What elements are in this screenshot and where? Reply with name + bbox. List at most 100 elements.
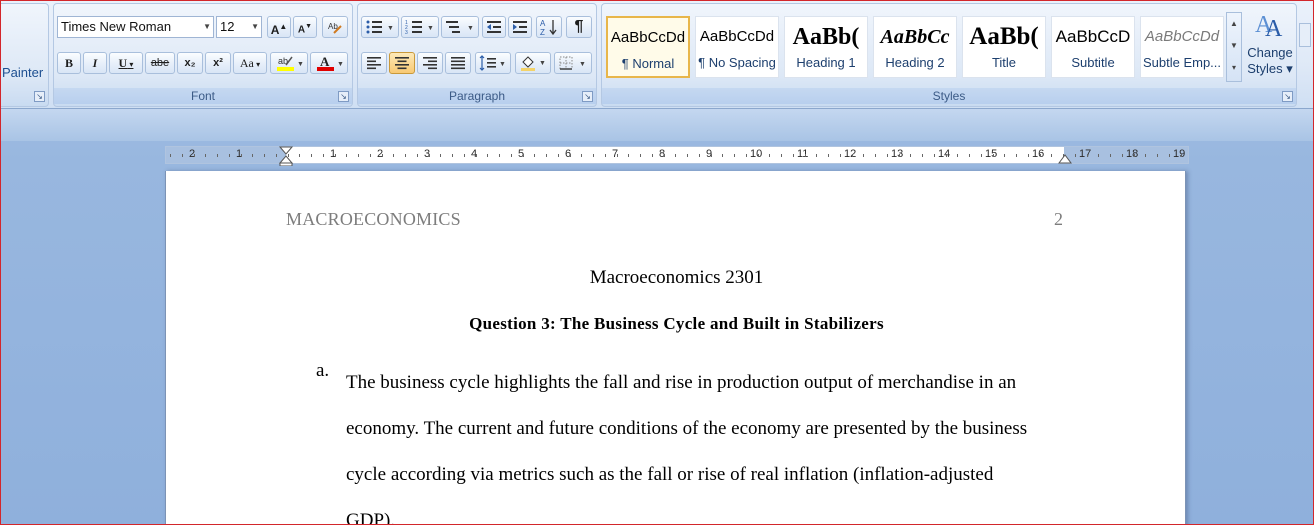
- ribbon-spacer: [1, 109, 1313, 141]
- sort-button[interactable]: A Z: [536, 16, 562, 38]
- shading-button[interactable]: ▼: [515, 52, 551, 74]
- scroll-down-icon[interactable]: ▼: [1227, 35, 1241, 57]
- clipboard-dialog-launcher[interactable]: ↘: [34, 91, 45, 102]
- shrink-font-button[interactable]: A▼: [293, 16, 317, 38]
- paragraph-line: The business cycle highlights the fall a…: [346, 372, 1017, 393]
- line-spacing-icon: ▼: [479, 55, 506, 71]
- style-name: Heading 2: [885, 55, 945, 70]
- font-color-button[interactable]: A ▼: [310, 52, 348, 74]
- ruler-minor-tick: [475, 154, 477, 157]
- highlighter-icon: ab ▼: [277, 56, 304, 71]
- ruler-minor-tick: [275, 154, 277, 157]
- ruler-minor-tick: [1074, 154, 1076, 157]
- highlight-button[interactable]: ab ▼: [270, 52, 308, 74]
- justify-button[interactable]: [445, 52, 471, 74]
- align-left-button[interactable]: [361, 52, 387, 74]
- ruler-minor-tick: [980, 154, 982, 157]
- ruler-minor-tick: [828, 154, 829, 157]
- ruler-minor-tick: [1133, 154, 1135, 157]
- style-normal[interactable]: AaBbCcDd ¶ Normal: [606, 16, 690, 78]
- paragraph-line: cycle according via metrics such as the …: [346, 464, 994, 485]
- ruler-minor-tick: [898, 154, 900, 157]
- font-size-value: 12: [220, 19, 235, 34]
- clear-formatting-button[interactable]: Ab: [322, 16, 348, 38]
- ruler-minor-tick: [322, 154, 324, 157]
- ruler-minor-tick: [839, 154, 841, 157]
- styles-dialog-launcher[interactable]: ↘: [1282, 91, 1293, 102]
- first-line-indent-marker[interactable]: [279, 146, 293, 166]
- style-name: Subtle Emp...: [1142, 55, 1222, 70]
- ruler-minor-tick: [722, 154, 724, 157]
- ruler-minor-tick: [264, 154, 265, 157]
- chevron-down-icon: ▼: [203, 22, 211, 31]
- style-no-spacing[interactable]: AaBbCcDd ¶ No Spacing: [695, 16, 779, 78]
- align-right-button[interactable]: [417, 52, 443, 74]
- ruler-minor-tick: [334, 154, 336, 157]
- multilevel-list-button[interactable]: ▼: [441, 16, 479, 38]
- superscript-button[interactable]: x²: [205, 52, 231, 74]
- style-subtle-emphasis[interactable]: AaBbCcDd Subtle Emp...: [1140, 16, 1224, 78]
- paragraph-dialog-launcher[interactable]: ↘: [582, 91, 593, 102]
- change-case-button[interactable]: Aa ▾: [233, 52, 267, 74]
- ruler-minor-tick: [440, 154, 442, 157]
- change-styles-button[interactable]: A A Change Styles ▾: [1244, 8, 1296, 86]
- styles-group-label: Styles: [602, 88, 1296, 104]
- underline-button[interactable]: U ▾: [109, 52, 143, 74]
- svg-text:▼: ▼: [387, 25, 394, 32]
- ruler-minor-tick: [616, 154, 618, 157]
- format-painter-button[interactable]: Painter: [2, 65, 43, 80]
- style-sample: AaBb(: [969, 23, 1039, 50]
- align-center-button[interactable]: [389, 52, 415, 74]
- increase-indent-button[interactable]: [508, 16, 532, 38]
- style-title[interactable]: AaBb( Title: [962, 16, 1046, 78]
- ruler-minor-tick: [557, 154, 559, 157]
- scroll-up-icon[interactable]: ▲: [1227, 13, 1241, 35]
- ruler-minor-tick: [1110, 154, 1111, 157]
- style-sample: AaBb(: [792, 24, 860, 50]
- font-name-combo[interactable]: Times New Roman ▼: [57, 16, 214, 38]
- borders-icon: ▼: [559, 56, 586, 70]
- ruler-minor-tick: [663, 154, 665, 157]
- ruler-minor-tick: [933, 154, 935, 157]
- justify-icon: [451, 57, 465, 70]
- ruler-minor-tick: [816, 154, 818, 157]
- grow-font-button[interactable]: A▲: [267, 16, 291, 38]
- style-name: Heading 1: [796, 55, 856, 70]
- right-indent-marker[interactable]: [1058, 151, 1072, 165]
- style-subtitle[interactable]: AaBbCcD Subtitle: [1051, 16, 1135, 78]
- ruler-minor-tick: [1027, 154, 1029, 157]
- show-formatting-marks-button[interactable]: ¶: [566, 16, 592, 38]
- italic-button[interactable]: I: [83, 52, 107, 74]
- font-dialog-launcher[interactable]: ↘: [338, 91, 349, 102]
- ruler-minor-tick: [393, 154, 395, 157]
- chevron-down-icon: ▼: [251, 22, 259, 31]
- style-sample: AaBbCcD: [1055, 27, 1131, 46]
- font-size-combo[interactable]: 12 ▼: [216, 16, 262, 38]
- style-heading-2[interactable]: AaBbCc Heading 2: [873, 16, 957, 78]
- svg-text:▼: ▼: [337, 61, 344, 68]
- document-title[interactable]: Macroeconomics 2301: [166, 267, 1187, 289]
- ruler-minor-tick: [499, 154, 500, 157]
- more-styles-icon[interactable]: ▾: [1227, 57, 1241, 79]
- ruler-minor-tick: [992, 154, 994, 157]
- body-paragraph[interactable]: The business cycle highlights the fall a…: [346, 360, 1081, 524]
- line-spacing-button[interactable]: ▼: [475, 52, 511, 74]
- style-heading-1[interactable]: AaBb( Heading 1: [784, 16, 868, 78]
- bullets-button[interactable]: ▼: [361, 16, 399, 38]
- styles-gallery-scroll[interactable]: ▲ ▼ ▾: [1226, 12, 1242, 82]
- svg-text:A: A: [320, 54, 330, 69]
- ruler-tick-label: 12: [844, 148, 857, 160]
- svg-text:3: 3: [405, 30, 408, 35]
- horizontal-ruler[interactable]: 2 1 1 2 3 4 5 6 7 8 9 10 11 12 13 14 15 16 17 18 19: [165, 146, 1189, 166]
- document-page[interactable]: MACROECONOMICS 2 Macroeconomics 2301 Que…: [165, 171, 1187, 524]
- bold-button[interactable]: B: [57, 52, 81, 74]
- document-subtitle[interactable]: Question 3: The Business Cycle and Built…: [166, 314, 1187, 334]
- subscript-button[interactable]: x₂: [177, 52, 203, 74]
- decrease-indent-button[interactable]: [482, 16, 506, 38]
- style-sample: AaBbCcDd: [1144, 28, 1220, 45]
- strikethrough-button[interactable]: abe: [145, 52, 175, 74]
- svg-text:▼: ▼: [579, 61, 586, 68]
- numbering-button[interactable]: 1 2 3 ▼: [401, 16, 439, 38]
- style-name: Title: [991, 55, 1017, 70]
- borders-button[interactable]: ▼: [554, 52, 592, 74]
